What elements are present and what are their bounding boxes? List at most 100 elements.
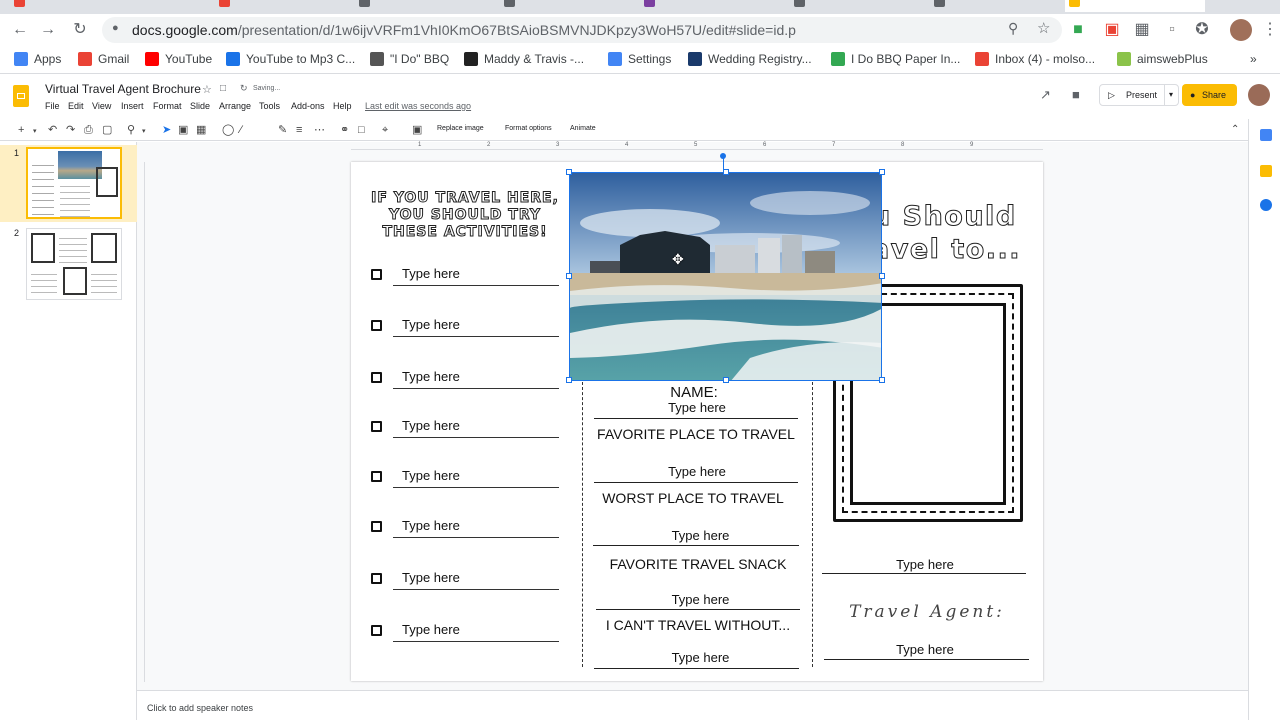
- activity-text[interactable]: Type here: [402, 570, 460, 585]
- image-icon[interactable]: ▦: [196, 123, 206, 137]
- bookmark-3[interactable]: YouTube to Mp3 C...: [226, 52, 355, 68]
- name-value[interactable]: Type here: [594, 400, 800, 415]
- bookmark-star-icon[interactable]: ☆: [1037, 19, 1050, 37]
- resize-handle[interactable]: [879, 377, 885, 383]
- menu-insert[interactable]: Insert: [121, 101, 144, 111]
- browser-tab[interactable]: [355, 0, 490, 12]
- checkbox-icon[interactable]: [371, 372, 382, 383]
- bookmark-6[interactable]: Settings: [608, 52, 671, 68]
- bookmark-9[interactable]: Inbox (4) - molso...: [975, 52, 1095, 68]
- browser-tab-active[interactable]: [1065, 0, 1205, 12]
- collapse-toolbar-icon[interactable]: ⌃: [1231, 123, 1239, 137]
- slide-canvas[interactable]: IF YOU TRAVEL HERE, YOU SHOULD TRY THESE…: [351, 153, 1043, 681]
- shape-icon[interactable]: ◯: [222, 123, 234, 137]
- extension-icon[interactable]: ▦: [1132, 20, 1152, 40]
- checkbox-icon[interactable]: [371, 471, 382, 482]
- replace-image-button[interactable]: Replace image: [437, 125, 484, 132]
- destination-value[interactable]: Type here: [822, 557, 1028, 572]
- redo-icon[interactable]: ↷: [66, 123, 75, 137]
- resize-handle[interactable]: [566, 273, 572, 279]
- activity-trend-icon[interactable]: ↗: [1040, 87, 1051, 103]
- line-icon[interactable]: ∕: [240, 123, 242, 137]
- bookmark-4[interactable]: "I Do" BBQ: [370, 52, 449, 68]
- checkbox-icon[interactable]: [371, 521, 382, 532]
- browser-tab[interactable]: [215, 0, 345, 12]
- reset-image-icon[interactable]: ▣: [412, 123, 422, 137]
- resize-handle[interactable]: [566, 169, 572, 175]
- present-button[interactable]: ▷ Present ▾: [1099, 84, 1179, 106]
- animate-button[interactable]: Animate: [570, 125, 596, 132]
- menu-slide[interactable]: Slide: [190, 101, 210, 111]
- slide-thumbnail[interactable]: [26, 228, 122, 300]
- bookmark-2[interactable]: YouTube: [145, 52, 212, 68]
- bookmark-0[interactable]: Apps: [14, 52, 61, 68]
- checkbox-icon[interactable]: [371, 421, 382, 432]
- resize-handle[interactable]: [879, 169, 885, 175]
- checkbox-icon[interactable]: [371, 625, 382, 636]
- beach-photo[interactable]: ✥: [569, 172, 882, 381]
- resize-handle[interactable]: [723, 169, 729, 175]
- extension-icon[interactable]: ▫: [1162, 20, 1182, 40]
- bookmark-1[interactable]: Gmail: [78, 52, 129, 68]
- tasks-icon[interactable]: [1260, 199, 1272, 211]
- undo-icon[interactable]: ↶: [48, 123, 57, 137]
- bookmark-7[interactable]: Wedding Registry...: [688, 52, 812, 68]
- pen-icon[interactable]: ✎: [278, 123, 287, 137]
- border-weight-icon[interactable]: ≡: [296, 123, 302, 137]
- comments-icon[interactable]: ■: [1072, 87, 1080, 102]
- print-icon[interactable]: ⎙: [84, 123, 93, 137]
- activity-text[interactable]: Type here: [402, 622, 460, 637]
- speaker-notes[interactable]: Click to add speaker notes: [137, 690, 1248, 720]
- profile-avatar[interactable]: [1230, 19, 1252, 41]
- puzzle-icon[interactable]: ✪: [1192, 20, 1212, 40]
- activity-text[interactable]: Type here: [402, 518, 460, 533]
- bookmark-8[interactable]: I Do BBQ Paper In...: [831, 52, 960, 68]
- share-button[interactable]: ● Share: [1182, 84, 1237, 106]
- vertical-ruler[interactable]: [140, 162, 148, 682]
- snack-value[interactable]: Type here: [594, 592, 807, 607]
- menu-format[interactable]: Format: [153, 101, 182, 111]
- move-folder-icon[interactable]: □: [220, 83, 226, 94]
- menu-arrange[interactable]: Arrange: [219, 101, 251, 111]
- travel-agent-value[interactable]: Type here: [822, 642, 1028, 657]
- account-avatar[interactable]: [1248, 84, 1270, 106]
- paint-format-icon[interactable]: ▢: [102, 123, 112, 137]
- zoom-icon[interactable]: ⚲: [1008, 20, 1018, 37]
- new-slide-icon[interactable]: +: [18, 123, 24, 137]
- resize-handle[interactable]: [566, 377, 572, 383]
- menu-edit[interactable]: Edit: [68, 101, 84, 111]
- reload-icon[interactable]: ↻: [70, 20, 90, 40]
- browser-tab[interactable]: [930, 0, 1060, 12]
- horizontal-ruler[interactable]: 1 2 3 4 5 6 7 8 9: [351, 142, 1043, 151]
- document-title[interactable]: Virtual Travel Agent Brochure: [45, 82, 201, 96]
- more-vert-icon[interactable]: ⋮: [1260, 20, 1280, 40]
- cant-travel-value[interactable]: Type here: [594, 650, 807, 665]
- calendar-icon[interactable]: [1260, 129, 1272, 141]
- checkbox-icon[interactable]: [371, 269, 382, 280]
- speaker-notes-placeholder[interactable]: Click to add speaker notes: [147, 703, 253, 713]
- browser-tab[interactable]: [500, 0, 630, 12]
- extension-icon[interactable]: ▣: [1102, 20, 1122, 40]
- activity-text[interactable]: Type here: [402, 266, 460, 281]
- worst-place-value[interactable]: Type here: [594, 528, 807, 543]
- activity-text[interactable]: Type here: [402, 468, 460, 483]
- format-options-button[interactable]: Format options: [505, 125, 552, 132]
- menu-tools[interactable]: Tools: [259, 101, 280, 111]
- menu-file[interactable]: File: [45, 101, 60, 111]
- bookmark-5[interactable]: Maddy & Travis -...: [464, 52, 584, 68]
- forward-icon[interactable]: →: [38, 20, 58, 40]
- activity-text[interactable]: Type here: [402, 418, 460, 433]
- resize-handle[interactable]: [879, 273, 885, 279]
- chevron-down-icon[interactable]: ▾: [33, 125, 37, 139]
- fav-place-value[interactable]: Type here: [594, 464, 800, 479]
- chevron-down-icon[interactable]: ▾: [1164, 85, 1173, 105]
- keep-icon[interactable]: [1260, 165, 1272, 177]
- activity-text[interactable]: Type here: [402, 369, 460, 384]
- checkbox-icon[interactable]: [371, 320, 382, 331]
- slide-thumbnail[interactable]: [26, 147, 122, 219]
- last-edit-link[interactable]: Last edit was seconds ago: [365, 101, 471, 111]
- zoom-icon[interactable]: ⚲: [127, 123, 135, 137]
- chevron-down-icon[interactable]: ▾: [142, 125, 146, 139]
- back-icon[interactable]: ←: [10, 20, 30, 40]
- menu-addons[interactable]: Add-ons: [291, 101, 325, 111]
